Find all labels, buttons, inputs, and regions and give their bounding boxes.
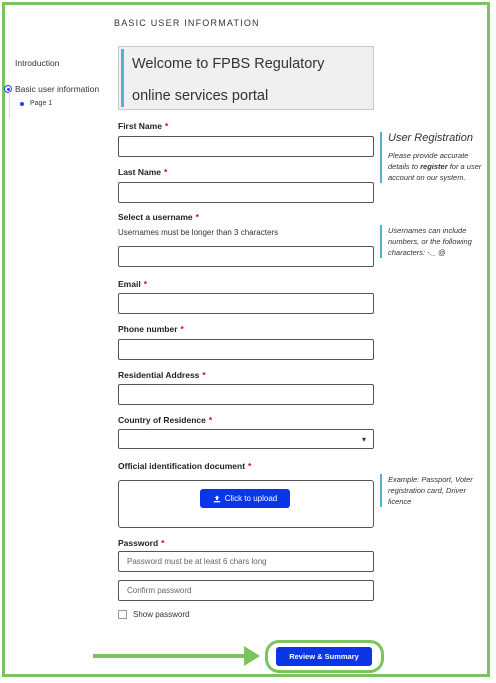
arrow-head-icon bbox=[244, 646, 260, 666]
first-name-label: First Name * bbox=[118, 121, 168, 131]
username-help: Usernames can include numbers, or the fo… bbox=[380, 225, 488, 258]
show-password-toggle[interactable]: Show password bbox=[118, 610, 189, 619]
password-input[interactable]: Password must be at least 6 chars long bbox=[118, 551, 374, 572]
document-help-text: Example: Passport, Voter registration ca… bbox=[388, 475, 473, 506]
registration-help-text: Please provide accurate details to regis… bbox=[388, 150, 488, 183]
sidebar-item-introduction[interactable]: Introduction bbox=[15, 58, 59, 68]
country-label: Country of Residence * bbox=[118, 415, 212, 425]
upload-button-label: Click to upload bbox=[224, 494, 278, 503]
last-name-label-text: Last Name bbox=[118, 167, 161, 177]
welcome-banner: Welcome to FPBS Regulatory online servic… bbox=[118, 46, 374, 110]
chevron-down-icon: ▾ bbox=[361, 435, 366, 444]
id-document-label-text: Official identification document bbox=[118, 461, 246, 471]
address-label-text: Residential Address bbox=[118, 370, 200, 380]
address-label: Residential Address * bbox=[118, 370, 206, 380]
first-name-label-text: First Name bbox=[118, 121, 162, 131]
document-help: Example: Passport, Voter registration ca… bbox=[380, 474, 488, 507]
password-label-text: Password bbox=[118, 538, 159, 548]
confirm-password-placeholder: Confirm password bbox=[127, 586, 192, 595]
last-name-input[interactable] bbox=[118, 182, 374, 203]
phone-label: Phone number * bbox=[118, 324, 184, 334]
welcome-line-2: online services portal bbox=[132, 88, 269, 104]
arrow-right-icon bbox=[93, 654, 250, 658]
required-marker: * bbox=[180, 324, 184, 334]
welcome-line-1: Welcome to FPBS Regulatory bbox=[132, 56, 325, 72]
password-placeholder: Password must be at least 6 chars long bbox=[127, 557, 267, 566]
required-marker: * bbox=[164, 121, 169, 131]
help-title: User Registration bbox=[388, 132, 473, 144]
id-document-label: Official identification document * bbox=[118, 461, 251, 471]
sidebar-item-basic-user-information[interactable]: Basic user information bbox=[4, 84, 99, 94]
required-marker: * bbox=[208, 415, 213, 425]
show-password-checkbox[interactable] bbox=[118, 610, 127, 619]
sidebar-item-label: Page 1 bbox=[30, 100, 53, 107]
required-marker: * bbox=[195, 212, 199, 222]
current-step-indicator-icon bbox=[4, 85, 12, 93]
banner-accent-bar bbox=[121, 49, 124, 107]
country-select[interactable]: ▾ bbox=[118, 429, 374, 449]
last-name-label: Last Name * bbox=[118, 167, 167, 177]
upload-button[interactable]: Click to upload bbox=[200, 489, 290, 508]
review-summary-button[interactable]: Review & Summary bbox=[276, 647, 372, 666]
username-label: Select a username * bbox=[118, 212, 199, 222]
required-marker: * bbox=[164, 167, 168, 177]
required-marker: * bbox=[161, 538, 165, 548]
confirm-password-input[interactable]: Confirm password bbox=[118, 580, 374, 601]
sidebar-item-page-1[interactable]: Page 1 bbox=[20, 100, 52, 107]
phone-label-text: Phone number bbox=[118, 324, 178, 334]
email-input[interactable] bbox=[118, 293, 374, 314]
country-label-text: Country of Residence bbox=[118, 415, 206, 425]
sidebar-connector bbox=[9, 92, 10, 118]
upload-dropzone[interactable]: Click to upload bbox=[118, 480, 374, 528]
sidebar-item-label: Basic user information bbox=[15, 84, 100, 94]
registration-help: User Registration Please provide accurat… bbox=[380, 132, 488, 183]
username-hint: Usernames must be longer than 3 characte… bbox=[118, 228, 279, 237]
password-label: Password * bbox=[118, 538, 164, 548]
email-label: Email * bbox=[118, 279, 147, 289]
username-input[interactable] bbox=[118, 246, 374, 267]
required-marker: * bbox=[248, 461, 252, 471]
required-marker: * bbox=[143, 279, 147, 289]
email-label-text: Email bbox=[118, 279, 141, 289]
username-label-text: Select a username bbox=[118, 212, 193, 222]
phone-input[interactable] bbox=[118, 339, 374, 360]
required-marker: * bbox=[202, 370, 206, 380]
username-help-text: Usernames can include numbers, or the fo… bbox=[388, 226, 472, 257]
address-input[interactable] bbox=[118, 384, 374, 405]
help-text-bold: register bbox=[420, 162, 448, 171]
section-title: BASIC USER INFORMATION bbox=[114, 18, 260, 28]
bullet-icon bbox=[20, 101, 24, 106]
upload-icon bbox=[213, 495, 220, 502]
first-name-input[interactable] bbox=[118, 136, 374, 157]
show-password-label: Show password bbox=[133, 610, 190, 619]
